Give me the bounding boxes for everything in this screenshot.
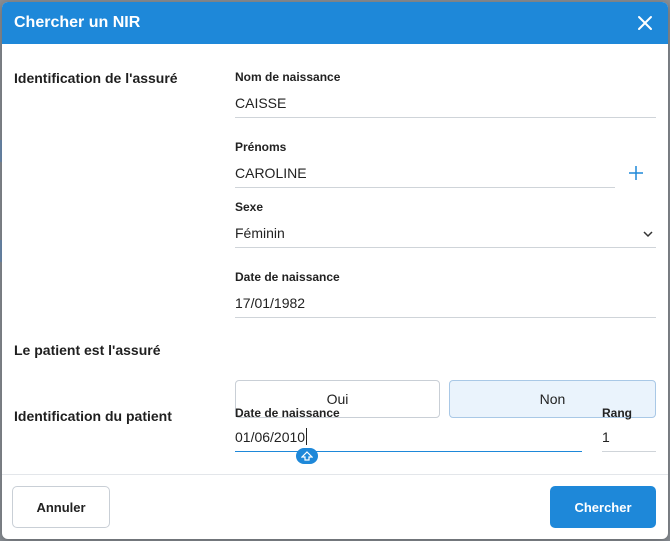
date-naissance-assure-label: Date de naissance (235, 270, 340, 284)
sexe-select[interactable]: Féminin (235, 218, 656, 248)
prenoms-field[interactable]: CAROLINE (235, 158, 615, 188)
date-naissance-patient-label: Date de naissance (235, 406, 340, 420)
nom-naissance-value: CAISSE (235, 94, 287, 111)
prenoms-label: Prénoms (235, 140, 287, 154)
nom-naissance-label: Nom de naissance (235, 70, 341, 84)
sexe-value: Féminin (235, 224, 285, 241)
rang-field[interactable]: 1 (602, 422, 656, 452)
date-naissance-assure-field[interactable]: 17/01/1982 (235, 288, 656, 318)
section-patient-label: Identification du patient (14, 408, 172, 424)
dialog-body: Identification de l'assuré Nom de naissa… (2, 44, 668, 474)
search-button[interactable]: Chercher (550, 486, 656, 528)
cancel-button[interactable]: Annuler (12, 486, 110, 528)
nom-naissance-field[interactable]: CAISSE (235, 88, 656, 118)
prenoms-value: CAROLINE (235, 164, 307, 181)
rang-value: 1 (602, 428, 610, 445)
close-icon[interactable] (634, 12, 656, 34)
chevron-down-icon (642, 227, 654, 239)
date-naissance-patient-field[interactable]: 01/06/2010 (235, 422, 582, 452)
plus-icon[interactable] (627, 164, 645, 182)
section-assure-label: Identification de l'assuré (14, 70, 178, 86)
dialog-header: Chercher un NIR (2, 2, 668, 44)
section-patient-is-assure-label: Le patient est l'assuré (14, 342, 161, 358)
rang-label: Rang (602, 406, 632, 420)
search-nir-dialog: Chercher un NIR Identification de l'assu… (2, 2, 668, 539)
sexe-label: Sexe (235, 200, 264, 214)
text-caret (306, 428, 308, 445)
dialog-footer: Annuler Chercher (2, 474, 668, 539)
text-handle-icon[interactable] (296, 448, 318, 464)
date-naissance-assure-value: 17/01/1982 (235, 294, 306, 311)
dialog-title: Chercher un NIR (14, 14, 141, 31)
date-naissance-patient-value: 01/06/2010 (235, 428, 306, 445)
